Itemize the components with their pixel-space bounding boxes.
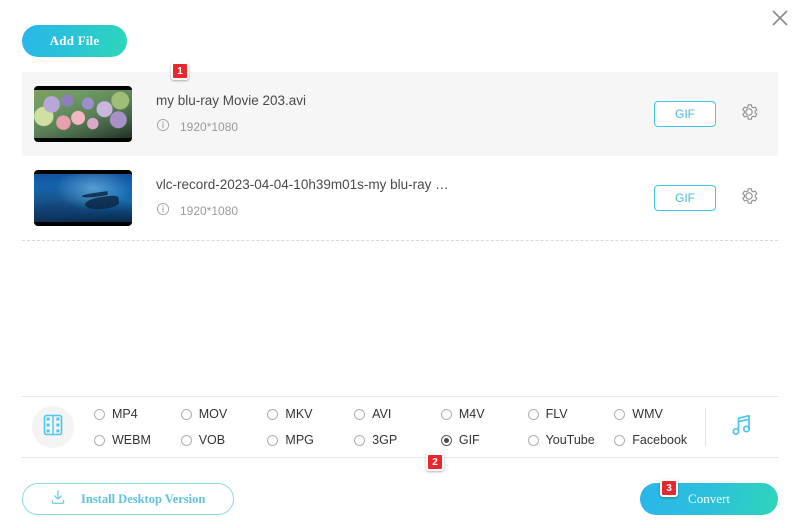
format-option-mpg[interactable]: MPG [267,433,354,447]
format-option-mkv[interactable]: MKV [267,407,354,421]
radio-icon [528,409,539,420]
radio-icon-selected [441,435,452,446]
output-format-bar: MP4 MOV MKV AVI M4V FLV [22,396,778,458]
format-option-label: WEBM [112,433,151,447]
format-option-youtube[interactable]: YouTube [528,433,615,447]
format-option-label: MKV [285,407,312,421]
step-badge-1: 1 [171,62,189,80]
format-option-label: Facebook [632,433,687,447]
add-file-button[interactable]: Add File [22,25,127,57]
format-option-flv[interactable]: FLV [528,407,615,421]
output-format-button[interactable]: GIF [654,185,716,211]
close-icon [770,8,790,28]
format-option-label: MPG [285,433,313,447]
format-option-label: 3GP [372,433,397,447]
format-option-webm[interactable]: WEBM [94,433,181,447]
format-option-label: FLV [546,407,568,421]
format-option-avi[interactable]: AVI [354,407,441,421]
format-option-label: AVI [372,407,391,421]
convert-label: Convert [688,491,730,507]
file-thumbnail [34,170,132,226]
file-settings-button[interactable] [734,99,764,129]
radio-icon [181,435,192,446]
file-list-item[interactable]: vlc-record-2023-04-04-10h39m01s-my blu-r… [22,156,778,240]
file-subinfo: 1920*1080 [156,202,654,219]
format-options-grid: MP4 MOV MKV AVI M4V FLV [94,401,701,453]
download-icon [49,488,67,511]
info-icon[interactable] [156,202,170,219]
gear-icon [739,102,759,127]
format-option-label: MOV [199,407,227,421]
radio-icon [614,435,625,446]
format-option-m4v[interactable]: M4V [441,407,528,421]
info-icon[interactable] [156,118,170,135]
close-window-button[interactable] [762,0,798,36]
file-thumbnail [34,86,132,142]
install-desktop-version-label: Install Desktop Version [81,492,205,507]
format-option-label: MP4 [112,407,138,421]
audio-format-toggle[interactable] [706,411,778,444]
format-option-gif[interactable]: GIF [441,433,528,447]
format-option-wmv[interactable]: WMV [614,407,701,421]
radio-icon [528,435,539,446]
format-option-label: YouTube [546,433,595,447]
file-resolution: 1920*1080 [180,120,238,134]
output-format-label: GIF [675,191,695,205]
file-name: my blu-ray Movie 203.avi [156,93,654,108]
install-desktop-version-button[interactable]: Install Desktop Version [22,483,234,515]
output-format-label: GIF [675,107,695,121]
radio-icon [94,409,105,420]
file-name: vlc-record-2023-04-04-10h39m01s-my blu-r… [156,177,654,192]
format-option-label: VOB [199,433,225,447]
file-list-item[interactable]: my blu-ray Movie 203.avi 1920*1080 GIF [22,72,778,156]
format-option-label: WMV [632,407,663,421]
step-badge-3: 3 [660,479,678,497]
step-badge-2: 2 [426,453,444,471]
radio-icon [94,435,105,446]
video-converter-window: Add File my blu-ray Movie 203.avi [0,0,800,528]
format-option-vob[interactable]: VOB [181,433,268,447]
file-info: my blu-ray Movie 203.avi 1920*1080 [156,93,654,135]
format-option-facebook[interactable]: Facebook [614,433,701,447]
radio-icon [441,409,452,420]
radio-icon [267,435,278,446]
radio-icon [614,409,625,420]
format-option-label: GIF [459,433,480,447]
radio-icon [354,435,365,446]
add-file-label: Add File [50,33,100,49]
format-option-label: M4V [459,407,485,421]
video-format-toggle[interactable] [32,406,74,448]
format-option-mp4[interactable]: MP4 [94,407,181,421]
music-note-icon [728,411,756,444]
output-format-button[interactable]: GIF [654,101,716,127]
format-option-3gp[interactable]: 3GP [354,433,441,447]
gear-icon [739,186,759,211]
radio-icon [354,409,365,420]
film-strip-icon [41,413,65,442]
format-option-mov[interactable]: MOV [181,407,268,421]
file-list: my blu-ray Movie 203.avi 1920*1080 GIF [22,72,778,240]
file-subinfo: 1920*1080 [156,118,654,135]
file-settings-button[interactable] [734,183,764,213]
file-info: vlc-record-2023-04-04-10h39m01s-my blu-r… [156,177,654,219]
radio-icon [267,409,278,420]
radio-icon [181,409,192,420]
file-list-divider [22,240,778,241]
file-resolution: 1920*1080 [180,204,238,218]
